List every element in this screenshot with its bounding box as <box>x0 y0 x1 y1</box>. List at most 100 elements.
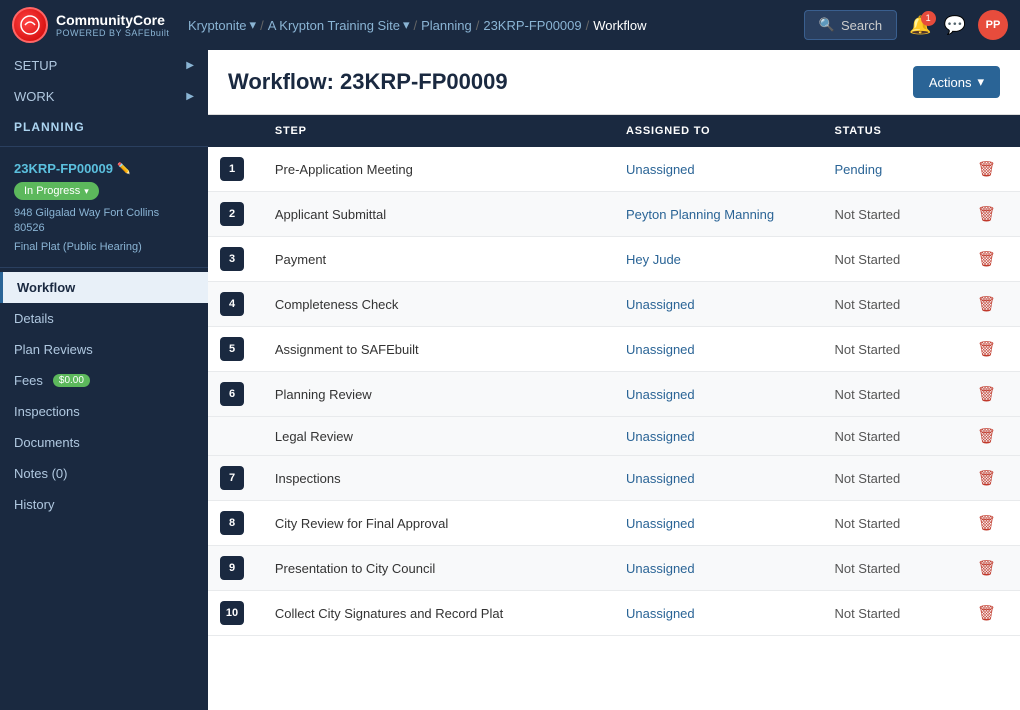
action-cell: 🗑 <box>965 192 1020 237</box>
assigned-link[interactable]: Unassigned <box>626 387 695 402</box>
action-cell: 🗑 <box>965 147 1020 192</box>
step-name-cell: Applicant Submittal <box>263 192 614 237</box>
step-name-cell: Collect City Signatures and Record Plat <box>263 591 614 636</box>
sidebar-label-planning: PLANNING <box>14 120 85 134</box>
notifications-button[interactable]: 🔔 1 <box>909 15 931 36</box>
breadcrumb-planning[interactable]: Planning <box>421 18 472 33</box>
table-row: 7 Inspections Unassigned Not Started 🗑 <box>208 456 1020 501</box>
sidebar-label-work: WORK <box>14 89 54 104</box>
breadcrumb: Kryptonite ▾ / A Krypton Training Site ▾… <box>188 17 788 33</box>
breadcrumb-record[interactable]: 23KRP-FP00009 <box>483 18 581 33</box>
assigned-link[interactable]: Unassigned <box>626 561 695 576</box>
action-cell: 🗑 <box>965 327 1020 372</box>
assigned-link[interactable]: Hey Jude <box>626 252 681 267</box>
sidebar: SETUP ▶ WORK ▶ PLANNING 23KRP-FP00009 ✏️… <box>0 50 208 710</box>
step-number-cell: 9 <box>208 546 263 591</box>
step-name-cell: Inspections <box>263 456 614 501</box>
assigned-cell: Unassigned <box>614 147 822 192</box>
search-button[interactable]: 🔍 Search <box>804 10 897 40</box>
main-content: Workflow: 23KRP-FP00009 Actions ▾ STEP A… <box>208 50 1020 710</box>
sidebar-label-fees: Fees <box>14 373 43 388</box>
col-header-status: STATUS <box>822 115 965 147</box>
table-row: 10 Collect City Signatures and Record Pl… <box>208 591 1020 636</box>
top-nav: CommunityCore POWERED BY SAFEbuilt Krypt… <box>0 0 1020 50</box>
delete-icon[interactable]: 🗑 <box>977 206 996 223</box>
step-badge-10: 10 <box>220 601 244 625</box>
table-row: 6 Planning Review Unassigned Not Started <box>208 372 1020 417</box>
status-cell: Not Started <box>822 372 965 417</box>
delete-icon[interactable]: 🗑 <box>977 296 996 313</box>
chevron-right-icon: ▶ <box>186 91 194 102</box>
step-name-cell: Planning Review <box>263 372 614 417</box>
sidebar-item-inspections[interactable]: Inspections <box>0 396 208 427</box>
table-row: 8 City Review for Final Approval Unassig… <box>208 501 1020 546</box>
step-number-cell: 4 <box>208 282 263 327</box>
step-number-cell: 6 <box>208 372 263 417</box>
breadcrumb-site[interactable]: A Krypton Training Site ▾ <box>268 17 410 33</box>
nav-right: 🔍 Search 🔔 1 💬 PP <box>804 10 1008 40</box>
delete-icon[interactable]: 🗑 <box>977 515 996 532</box>
delete-icon[interactable]: 🗑 <box>977 428 996 445</box>
logo-area[interactable]: CommunityCore POWERED BY SAFEbuilt <box>12 7 172 43</box>
sidebar-item-work[interactable]: WORK ▶ <box>0 81 208 112</box>
assigned-link[interactable]: Unassigned <box>626 297 695 312</box>
delete-icon[interactable]: 🗑 <box>977 470 996 487</box>
step-badge-9: 9 <box>220 556 244 580</box>
step-badge-5: 5 <box>220 337 244 361</box>
assigned-cell: Peyton Planning Manning <box>614 192 822 237</box>
assigned-link[interactable]: Unassigned <box>626 516 695 531</box>
caret-down-icon: ▾ <box>977 74 984 90</box>
sidebar-item-plan-reviews[interactable]: Plan Reviews <box>0 334 208 365</box>
user-avatar[interactable]: PP <box>978 10 1008 40</box>
content-header: Workflow: 23KRP-FP00009 Actions ▾ <box>208 50 1020 115</box>
sidebar-item-setup[interactable]: SETUP ▶ <box>0 50 208 81</box>
assigned-link[interactable]: Unassigned <box>626 342 695 357</box>
delete-icon[interactable]: 🗑 <box>977 341 996 358</box>
status-link[interactable]: Pending <box>834 162 882 177</box>
table-row: Legal Review Unassigned Not Started 🗑 <box>208 417 1020 456</box>
sidebar-item-details[interactable]: Details <box>0 303 208 334</box>
action-cell: 🗑 <box>965 372 1020 417</box>
sidebar-item-planning[interactable]: PLANNING <box>0 112 208 142</box>
assigned-link[interactable]: Unassigned <box>626 429 695 444</box>
sidebar-item-documents[interactable]: Documents <box>0 427 208 458</box>
action-cell: 🗑 <box>965 546 1020 591</box>
sidebar-item-workflow[interactable]: Workflow <box>0 272 208 303</box>
status-cell: Not Started <box>822 327 965 372</box>
sidebar-item-notes[interactable]: Notes (0) <box>0 458 208 489</box>
delete-icon[interactable]: 🗑 <box>977 161 996 178</box>
sidebar-item-fees[interactable]: Fees $0.00 <box>0 365 208 396</box>
chat-button[interactable]: 💬 <box>944 15 966 36</box>
caret-down-icon: ▾ <box>84 186 89 197</box>
table-row: 1 Pre-Application Meeting Unassigned Pen… <box>208 147 1020 192</box>
assigned-cell: Unassigned <box>614 417 822 456</box>
actions-button[interactable]: Actions ▾ <box>913 66 1000 98</box>
step-number-cell: 2 <box>208 192 263 237</box>
assigned-link[interactable]: Unassigned <box>626 606 695 621</box>
step-name-cell: Legal Review <box>263 417 614 456</box>
breadcrumb-kryptonite[interactable]: Kryptonite ▾ <box>188 17 256 33</box>
delete-icon[interactable]: 🗑 <box>977 605 996 622</box>
step-number-cell: 10 <box>208 591 263 636</box>
table-body: 1 Pre-Application Meeting Unassigned Pen… <box>208 147 1020 636</box>
assigned-link[interactable]: Unassigned <box>626 162 695 177</box>
edit-icon[interactable]: ✏️ <box>117 162 131 175</box>
status-badge[interactable]: In Progress ▾ <box>14 182 99 200</box>
sidebar-divider <box>0 146 208 147</box>
status-cell: Not Started <box>822 591 965 636</box>
sidebar-divider-2 <box>0 267 208 268</box>
sidebar-label-workflow: Workflow <box>17 280 75 295</box>
col-header-action <box>965 115 1020 147</box>
table-row: 2 Applicant Submittal Peyton Planning Ma… <box>208 192 1020 237</box>
assigned-link[interactable]: Peyton Planning Manning <box>626 207 774 222</box>
table-row: 5 Assignment to SAFEbuilt Unassigned Not… <box>208 327 1020 372</box>
col-header-assigned: ASSIGNED TO <box>614 115 822 147</box>
sidebar-item-history[interactable]: History <box>0 489 208 520</box>
record-address: 948 Gilgalad Way Fort Collins 80526 <box>14 206 194 237</box>
delete-icon[interactable]: 🗑 <box>977 386 996 403</box>
step-badge-3: 3 <box>220 247 244 271</box>
delete-icon[interactable]: 🗑 <box>977 560 996 577</box>
action-cell: 🗑 <box>965 501 1020 546</box>
delete-icon[interactable]: 🗑 <box>977 251 996 268</box>
assigned-link[interactable]: Unassigned <box>626 471 695 486</box>
